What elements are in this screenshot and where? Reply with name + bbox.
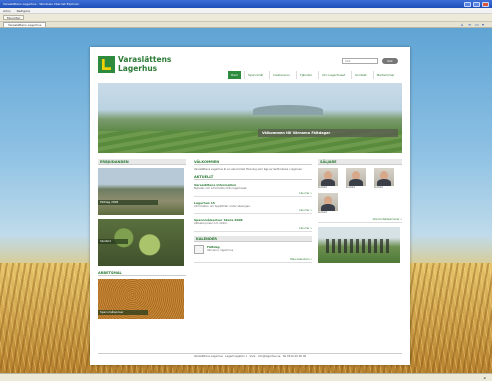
menu-item-file[interactable]: Arkiv [3, 9, 11, 13]
favorites-button[interactable]: Favoriter [3, 15, 25, 20]
nav-item-services[interactable]: Tjänster [295, 71, 315, 79]
banner-hill [253, 105, 323, 115]
read-more-link[interactable]: Läs mer » [194, 208, 312, 215]
offer-caption-2: Skolbild [98, 239, 128, 244]
staff-name: Kontakt [318, 211, 327, 214]
offer-image-1[interactable]: Fältdag 2008 [98, 168, 184, 215]
staff-more-link[interactable]: Alla kontaktpersoner » [318, 217, 402, 223]
window-title: Varaslättens Lagerhus - Windows Internet… [3, 2, 80, 6]
zoom-icon[interactable]: ⊕ [483, 376, 486, 380]
staff-name: Kontakt [374, 186, 383, 189]
home-icon[interactable]: ⌂ [461, 23, 465, 27]
staff-card[interactable]: Kontakt [318, 193, 342, 214]
goals-heading: ARBETSMAL [98, 270, 186, 276]
calendar-more-link[interactable]: Hela kalendern » [194, 257, 312, 263]
window-titlebar: Varaslättens Lagerhus - Windows Internet… [0, 0, 492, 8]
welcome-text: Varaslättens Lagerhus är en ekonomisk fö… [194, 168, 303, 171]
print-icon[interactable]: ▭ [475, 23, 479, 27]
staff-card[interactable]: Kontakt [346, 168, 370, 189]
maximize-button[interactable] [473, 1, 480, 7]
offer-caption-1: Fältdag 2008 [98, 200, 158, 205]
hero-banner: Välkommen till Värnamo Fältdagar [98, 83, 402, 153]
staff-grid: Kontakt Kontakt Kontakt Kontakt [318, 168, 402, 214]
grain-image[interactable]: Spannmålspriser [98, 279, 184, 319]
nav-item-contact[interactable]: Kontakt [351, 71, 369, 79]
news-heading: AKTUELLT [194, 174, 312, 181]
offers-heading: ERBJUDANDEN [98, 159, 186, 165]
staff-photo [346, 168, 366, 186]
offer-image-2[interactable]: Skolbild [98, 219, 184, 266]
left-column: ERBJUDANDEN Fältdag 2008 Skolbild ARBETS… [98, 159, 186, 323]
welcome-heading: VÄLKOMMEN [194, 159, 312, 165]
read-more-link[interactable]: Läs mer » [194, 191, 312, 197]
main-nav: Hem Spannmål Insatsvaror Tjänster Om Lag… [228, 71, 398, 79]
site-footer: Varaslättens Lagerhus · Lagerhusgatan 1 … [98, 353, 402, 359]
status-bar: ⊕ [0, 373, 492, 381]
sellers-heading: SÄLJARE [318, 159, 402, 165]
search-input[interactable]: Sök [342, 58, 378, 64]
nav-item-supplies[interactable]: Insatsvaror [269, 71, 293, 79]
staff-photo [318, 193, 338, 211]
staff-card[interactable]: Kontakt [318, 168, 342, 189]
feeds-icon[interactable]: ≡ [468, 23, 472, 27]
page-menu-icon[interactable]: ▾ [482, 23, 486, 27]
news-item: Lagerhus 15 Information om öppettider un… [194, 201, 312, 215]
browser-tab[interactable]: Varaslättens Lagerhus [3, 22, 47, 27]
close-button[interactable] [482, 1, 489, 7]
right-column: SÄLJARE Kontakt Kontakt Kontakt Kontakt … [318, 159, 402, 263]
calendar-event-detail: Värnamo, öppet hus [207, 248, 234, 252]
staff-card[interactable]: Kontakt [374, 168, 398, 189]
nav-item-members[interactable]: Medlemmar [372, 71, 398, 79]
calendar-date-icon [194, 244, 204, 254]
nav-item-home[interactable]: Hem [228, 71, 242, 79]
search-button[interactable]: Sök [382, 58, 398, 64]
nav-item-grain[interactable]: Spannmål [244, 71, 266, 79]
calendar-heading: KALENDER [194, 235, 312, 242]
minimize-button[interactable] [464, 1, 471, 7]
logo-icon[interactable] [98, 56, 115, 73]
news-item: Spannmålspriser Skara 2008 Aktuella pris… [194, 218, 312, 232]
group-photo[interactable] [318, 227, 400, 263]
website-page: Varaslättens Lagerhus Sök Sök Hem Spannm… [90, 47, 410, 365]
staff-photo [318, 168, 338, 186]
calendar-entry[interactable]: Fältdag Värnamo, öppet hus [194, 244, 312, 254]
staff-name: Kontakt [346, 186, 355, 189]
nav-item-about[interactable]: Om Lagerhuset [318, 71, 348, 79]
banner-caption[interactable]: Välkommen till Värnamo Fältdagar [258, 129, 398, 137]
news-item: Varaslättens information Nyheter och inf… [194, 183, 312, 197]
menu-item-edit[interactable]: Redigera [17, 9, 30, 13]
grain-caption: Spannmålspriser [98, 310, 148, 315]
staff-photo [374, 168, 394, 186]
middle-column: VÄLKOMMEN Varaslättens Lagerhus är en ek… [194, 159, 312, 266]
read-more-link[interactable]: Läs mer » [194, 226, 312, 232]
staff-name: Kontakt [318, 186, 327, 189]
brand-line-2: Lagerhus [118, 63, 158, 73]
toolbar: Favoriter [0, 14, 492, 22]
site-brand[interactable]: Varaslättens Lagerhus [118, 55, 188, 73]
